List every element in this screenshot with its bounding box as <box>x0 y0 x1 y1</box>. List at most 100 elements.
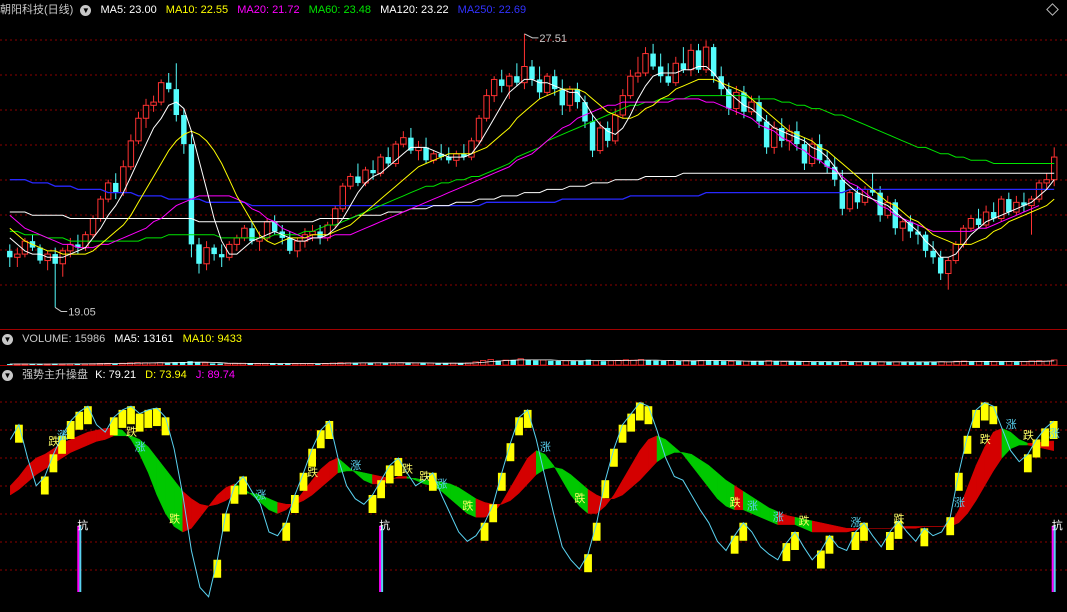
kd-ribbon-up <box>837 526 847 533</box>
price-chart[interactable]: 27.51 19.05 <box>0 0 1067 330</box>
candle-body-up <box>1043 179 1050 184</box>
kd-ribbon-up <box>35 453 46 476</box>
strength-bar <box>782 543 791 562</box>
kd-ribbon-up <box>630 449 641 489</box>
strength-bar <box>144 409 153 428</box>
kd-ribbon-up <box>398 476 408 479</box>
candle-body-up <box>347 175 354 187</box>
strength-bar <box>851 532 860 550</box>
kd-ribbon-up <box>622 464 632 496</box>
volume-bar <box>653 360 659 365</box>
kd-ribbon-up <box>320 461 330 489</box>
fall-marker: 跌 <box>799 513 810 527</box>
candle-body-down <box>181 115 187 145</box>
kd-ribbon-down <box>717 472 727 507</box>
candle-body-down <box>423 147 429 161</box>
candle-body-up <box>786 130 793 142</box>
fall-marker: 跌 <box>402 462 413 476</box>
strength-bar <box>480 522 489 541</box>
fall-marker: 跌 <box>893 511 904 525</box>
strength-bar <box>84 406 92 425</box>
fall-marker: 跌 <box>169 511 180 525</box>
candle-body-down <box>854 192 861 203</box>
volume-bar <box>202 362 209 366</box>
volume-bar <box>983 361 990 365</box>
volume-bar <box>405 362 411 365</box>
volume-bar <box>525 359 531 365</box>
kd-ribbon-down <box>553 464 563 482</box>
volume-bar <box>209 363 216 365</box>
strength-bar <box>282 522 291 541</box>
kd-ribbon-up <box>510 471 520 502</box>
volume-bar <box>660 360 667 365</box>
chevron-down-icon[interactable]: ▼ <box>2 333 13 345</box>
volume-bar <box>901 362 907 365</box>
volume-bar <box>848 361 855 365</box>
volume-bar <box>510 360 516 365</box>
candle-body-down <box>839 179 846 209</box>
candle-body-up <box>89 218 97 236</box>
ma5-line <box>9 66 1055 258</box>
volume-bar <box>194 362 201 365</box>
kd-ribbon-down <box>354 470 365 481</box>
candle-body-down <box>589 121 596 151</box>
volume-bar <box>555 360 562 365</box>
strength-bar <box>109 417 118 436</box>
strength-bar <box>385 465 394 484</box>
fall-marker: 跌 <box>307 465 318 479</box>
volume-ma10-label: MA10: 9433 <box>182 333 242 345</box>
kd-ribbon-down <box>561 468 572 496</box>
candle-body-up <box>135 117 142 142</box>
kd-ribbon-up <box>639 438 649 481</box>
indicator-d: D: 73.94 <box>145 369 187 381</box>
candle-body-down <box>937 257 944 274</box>
volume-bar <box>427 362 434 366</box>
signal-pillar-left <box>379 526 382 592</box>
kd-ribbon-down <box>682 452 692 467</box>
chevron-down-icon[interactable]: ▼ <box>2 369 13 381</box>
candle-body-down <box>196 244 202 264</box>
volume-bar <box>818 361 825 365</box>
volume-bar <box>600 361 607 365</box>
indicator-chart[interactable]: 跌涨 跌涨跌涨跌涨 跌跌涨跌涨跌跌涨涨跌涨跌涨跌涨跌 涨抗抗抗 <box>0 366 1067 612</box>
candle-body-down <box>385 157 391 164</box>
volume-bar <box>630 359 637 366</box>
kd-ribbon-up <box>217 487 227 505</box>
fall-marker: 跌 <box>574 491 585 505</box>
ma20-label: MA20: 21.72 <box>237 4 300 16</box>
strength-bar <box>213 559 222 578</box>
candle-body-up <box>331 208 339 226</box>
volume-bar <box>533 360 539 365</box>
volume-bar <box>855 361 862 366</box>
rise-marker: 涨 <box>57 429 68 442</box>
strength-bar <box>989 406 998 425</box>
volume-bar <box>412 362 419 366</box>
signal-label: 抗 <box>1052 518 1063 532</box>
kd-ribbon-down <box>148 446 158 496</box>
volume-bar <box>945 361 953 366</box>
candle-body-up <box>846 192 854 210</box>
indicator-header: ▼ 强势主升操盘 K: 79.21 D: 73.94 J: 89.74 <box>0 367 241 383</box>
volume-bar <box>149 362 156 366</box>
kd-ribbon-down <box>544 453 554 470</box>
fall-marker: 跌 <box>126 425 137 439</box>
rise-marker: 涨 <box>954 496 965 509</box>
kd-ribbon-up <box>475 498 485 518</box>
candle-body-up <box>967 218 975 229</box>
high-price-label: 27.51 <box>539 33 567 45</box>
candle-body-up <box>543 75 551 93</box>
volume-bar <box>1013 361 1020 365</box>
rise-marker: 涨 <box>135 440 146 453</box>
rise-marker: 涨 <box>1006 418 1017 431</box>
chevron-down-icon[interactable]: ▼ <box>80 4 92 16</box>
strength-bar <box>946 517 955 536</box>
signal-pillar-right <box>1053 526 1056 592</box>
fall-marker: 跌 <box>1023 428 1034 442</box>
strength-bar <box>489 504 498 523</box>
kd-ribbon-down <box>449 483 459 507</box>
volume-bar <box>735 361 742 365</box>
volume-bar <box>931 361 937 365</box>
volume-bar <box>548 360 554 365</box>
volume-bar <box>367 363 374 365</box>
volume-bar <box>916 362 922 365</box>
